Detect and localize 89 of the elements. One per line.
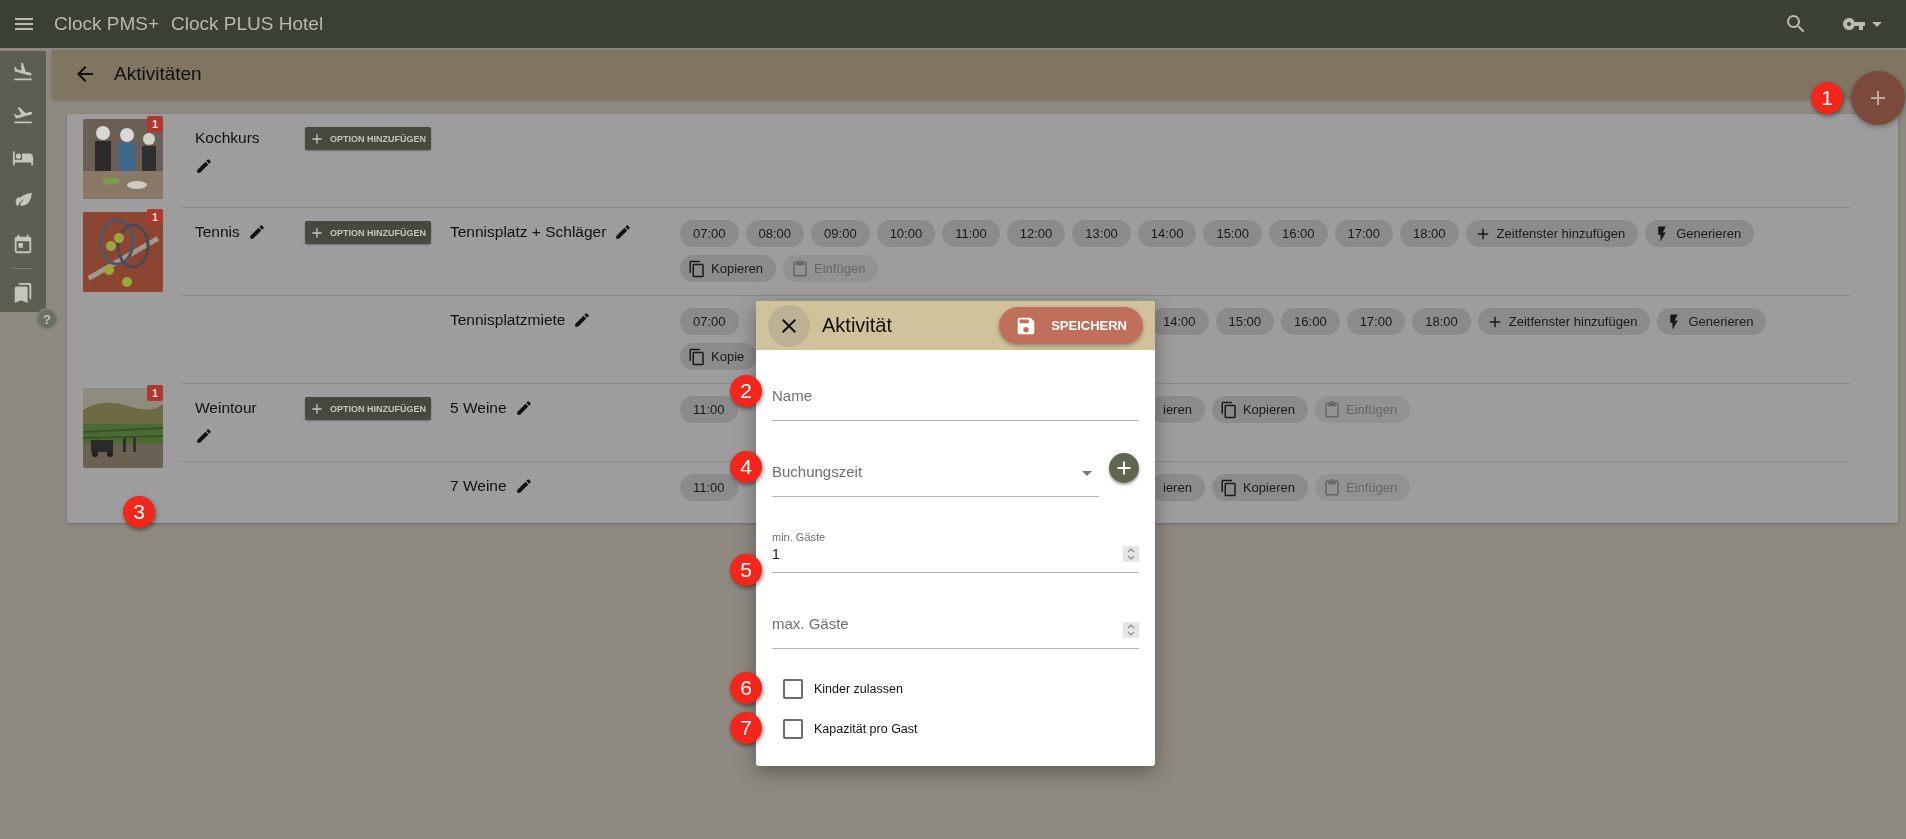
pencil-icon bbox=[614, 223, 633, 241]
time-slot-chip[interactable]: 11:00 bbox=[942, 220, 1000, 247]
time-slot-chip[interactable]: 08:00 bbox=[745, 220, 805, 247]
sidebar-item[interactable] bbox=[12, 104, 34, 126]
time-slot-chip[interactable]: 18:00 bbox=[1412, 308, 1471, 335]
sidebar-item[interactable] bbox=[12, 282, 34, 304]
copy-icon bbox=[688, 347, 706, 366]
checkbox-label: Kinder zulassen bbox=[814, 682, 903, 696]
dropdown-caret-icon bbox=[1082, 471, 1092, 476]
copy-icon bbox=[1219, 478, 1238, 497]
name-field[interactable]: Name bbox=[772, 374, 1139, 421]
time-slot-chip[interactable]: 10:00 bbox=[876, 220, 936, 247]
time-slot-chip[interactable]: 12:00 bbox=[1006, 220, 1066, 247]
copy-button[interactable]: Kopieren bbox=[1211, 474, 1308, 501]
time-slot-chip[interactable]: 13:00 bbox=[1072, 220, 1131, 247]
time-slot-chip[interactable]: 11:00 bbox=[680, 474, 738, 501]
copy-button[interactable]: Kopie bbox=[680, 343, 758, 370]
copy-button[interactable]: Kopieren bbox=[680, 255, 777, 282]
hotel-name: Clock PLUS Hotel bbox=[171, 13, 324, 35]
count-badge: 1 bbox=[147, 385, 163, 401]
callout-marker: 4 bbox=[730, 451, 762, 483]
page-title: Aktivitäten bbox=[114, 63, 202, 85]
count-badge: 1 bbox=[147, 209, 163, 225]
activity-name: Weintour bbox=[195, 398, 257, 418]
copy-icon bbox=[1219, 400, 1238, 419]
sidebar-item[interactable] bbox=[12, 233, 34, 255]
plane-landing-icon bbox=[12, 61, 34, 83]
time-slot-chip[interactable]: 07:00 bbox=[680, 308, 739, 335]
plane-takeoff-icon bbox=[12, 104, 34, 126]
pencil-icon bbox=[247, 223, 266, 241]
count-badge: 1 bbox=[147, 116, 163, 132]
sidebar-item[interactable] bbox=[12, 61, 34, 83]
pencil-icon bbox=[573, 311, 592, 329]
option-name: 7 Weine bbox=[450, 476, 507, 496]
copy-icon bbox=[688, 259, 706, 278]
app-title: Clock PMS+ bbox=[54, 13, 160, 35]
calendar-icon bbox=[12, 233, 34, 255]
callout-marker: 5 bbox=[730, 554, 762, 586]
time-slot-chip[interactable]: 17:00 bbox=[1334, 220, 1394, 247]
time-slot-chip[interactable]: 18:00 bbox=[1400, 220, 1459, 247]
spinner-icon bbox=[1123, 546, 1139, 562]
dialog-title: Aktivität bbox=[822, 314, 893, 337]
pencil-icon bbox=[195, 157, 213, 175]
pencil-icon bbox=[514, 399, 533, 417]
copy-button[interactable]: Kopieren bbox=[1211, 396, 1308, 423]
add-option-button[interactable]: OPTION HINZUFÜGEN bbox=[305, 397, 431, 420]
time-slot-chip[interactable]: 15:00 bbox=[1215, 308, 1275, 335]
time-slot-chip[interactable]: 09:00 bbox=[811, 220, 870, 247]
close-button[interactable] bbox=[768, 304, 810, 347]
option-name: 5 Weine bbox=[450, 398, 507, 418]
add-option-button[interactable]: OPTION HINZUFÜGEN bbox=[305, 221, 431, 244]
time-slot-chip[interactable]: 17:00 bbox=[1346, 308, 1406, 335]
callout-marker: 7 bbox=[730, 712, 762, 744]
callout-marker: 3 bbox=[123, 496, 155, 528]
time-slot-chip[interactable]: 14:00 bbox=[1137, 220, 1197, 247]
option-name: Tennisplatz + Schläger bbox=[450, 222, 607, 242]
books-icon bbox=[12, 282, 34, 304]
caret-icon bbox=[1872, 21, 1882, 27]
pencil-icon bbox=[514, 477, 533, 495]
option-name: Tennisplatzmiete bbox=[450, 310, 566, 330]
add-time-slot-button[interactable]: Zeitfenster hinzufügen bbox=[1465, 220, 1639, 247]
activity-name: Tennis bbox=[195, 222, 240, 242]
time-slot-chip[interactable]: 07:00 bbox=[680, 220, 739, 247]
generate-button[interactable]: Generieren bbox=[1657, 308, 1767, 335]
spinner-icon bbox=[1123, 622, 1139, 638]
clipboard-icon bbox=[791, 259, 810, 278]
time-slot-chip[interactable]: 16:00 bbox=[1281, 308, 1340, 335]
save-button[interactable]: SPEICHERN bbox=[999, 307, 1143, 344]
checkbox-label: Kapazität pro Gast bbox=[814, 722, 918, 736]
number-field[interactable]: min. Gäste 1 bbox=[772, 526, 1139, 573]
time-slot-chip[interactable]: 16:00 bbox=[1268, 220, 1328, 247]
add-time-slot-button[interactable]: Zeitfenster hinzufügen bbox=[1477, 308, 1651, 335]
generate-button[interactable]: Generieren bbox=[1645, 220, 1755, 247]
clipboard-icon bbox=[1322, 400, 1341, 419]
time-slot-chip[interactable]: 15:00 bbox=[1203, 220, 1262, 247]
time-slot-chip[interactable]: 11:00 bbox=[680, 396, 738, 423]
help-button[interactable]: ? bbox=[36, 308, 58, 330]
add-option-button[interactable]: OPTION HINZUFÜGEN bbox=[305, 127, 431, 150]
add-button[interactable] bbox=[1109, 453, 1139, 483]
callout-marker: 1 bbox=[1811, 82, 1843, 114]
booking-time-select[interactable]: Buchungszeit bbox=[772, 450, 1099, 497]
pencil-icon bbox=[195, 427, 213, 445]
callout-marker: 6 bbox=[730, 672, 762, 704]
callout-marker: 2 bbox=[730, 375, 762, 407]
checkbox[interactable] bbox=[783, 719, 803, 739]
number-field[interactable]: max. Gäste bbox=[772, 602, 1139, 649]
activity-name: Kochkurs bbox=[195, 128, 260, 148]
clipboard-icon bbox=[1322, 478, 1341, 497]
checkbox[interactable] bbox=[783, 679, 803, 699]
